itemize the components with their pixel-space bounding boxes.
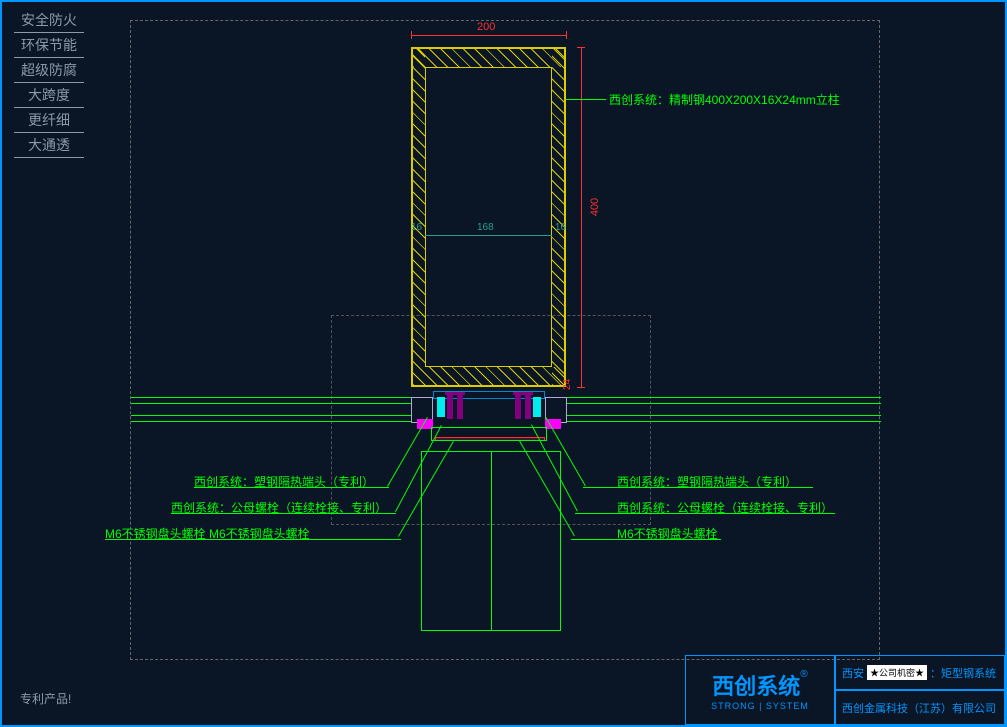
- tag-transparent: 大通透: [14, 133, 84, 158]
- leader-column: [566, 99, 606, 100]
- glazing-left-3: [131, 415, 411, 416]
- dim-tick-h: [577, 47, 585, 48]
- dim-inner: 168: [477, 222, 494, 233]
- tag-anticorrosion: 超级防腐: [14, 58, 84, 83]
- hatch-left: [413, 49, 425, 385]
- bolt-l1: [447, 395, 453, 419]
- cad-viewport: 安全防火 环保节能 超级防腐 大跨度 更纤细 大通透 16 168 16 200: [0, 0, 1007, 727]
- tag-slim: 更纤细: [14, 108, 84, 133]
- label-left-2: 西创系统：公母螺栓（连续栓接、专利）: [171, 499, 387, 516]
- glazing-left-1: [131, 397, 411, 398]
- hatch-bottom: [413, 367, 564, 385]
- label-column: 西创系统：精制钢400X200X16X24mm立柱: [609, 91, 840, 108]
- inner-dim-line: [425, 235, 552, 236]
- dim-tick: [411, 31, 412, 39]
- tag-fire: 安全防火: [14, 8, 84, 33]
- glazing-left-4: [131, 421, 411, 422]
- glazing-left-2: [131, 403, 411, 404]
- thermal-break-r: [533, 397, 541, 417]
- feature-tag-list: 安全防火 环保节能 超级防腐 大跨度 更纤细 大通透: [14, 8, 84, 158]
- registered-icon: ®: [800, 669, 807, 680]
- confidential-stamp: ★公司机密★: [867, 665, 927, 680]
- steel-column: 16 168 16: [411, 47, 566, 387]
- thermal-break-l: [437, 397, 445, 417]
- dim-height: 400: [589, 198, 601, 216]
- dim-bottom-wall: 24: [562, 379, 573, 390]
- label-right-1: 西创系统：塑钢隔热端头（专利）: [617, 473, 797, 490]
- company-name: 西创金属科技（江苏）有限公司: [835, 690, 1005, 725]
- label-left-1: 西创系统：塑钢隔热端头（专利）: [194, 473, 374, 490]
- patent-note: 专利产品!: [20, 690, 71, 707]
- label-right-3: M6不锈钢盘头螺栓: [617, 525, 718, 542]
- dim-tick-h: [577, 387, 585, 388]
- dim-width: 200: [477, 21, 495, 33]
- dim-line-width: [411, 35, 566, 36]
- bolt-r1: [525, 395, 531, 419]
- project-prefix: 西安: [842, 665, 864, 681]
- cover-divider: [491, 452, 492, 630]
- dim-tick: [566, 31, 567, 39]
- label-left-3: M6不锈钢盘头螺栓 M6不锈钢盘头螺栓: [105, 525, 310, 542]
- title-block: 西创系统 ® STRONG | SYSTEM 西安 ★公司机密★ ：矩型钢系统 …: [685, 655, 1005, 725]
- glazing-right-3: [567, 415, 881, 416]
- dim-wall-left: 16: [411, 222, 422, 233]
- column-inner: [425, 67, 552, 367]
- drawing-area: 16 168 16 200 400 24 西创系统：精制钢400X200X16X…: [130, 20, 880, 660]
- project-suffix: ：矩型钢系统: [930, 665, 996, 681]
- tag-span: 大跨度: [14, 83, 84, 108]
- logo-subtitle: STRONG | SYSTEM: [711, 701, 809, 711]
- dim-line-height: [581, 47, 582, 387]
- project-name: 西安 ★公司机密★ ：矩型钢系统: [835, 655, 1005, 690]
- glazing-right-1: [567, 397, 881, 398]
- glazing-right-4: [567, 421, 881, 422]
- dim-wall-right: 16: [555, 222, 566, 233]
- bolt-l2: [457, 395, 463, 419]
- logo-text: 西创系统: [712, 669, 800, 701]
- cap: [431, 427, 547, 441]
- hatch-top: [413, 49, 564, 67]
- bolt-r2: [515, 395, 521, 419]
- logo-cell: 西创系统 ® STRONG | SYSTEM: [685, 655, 835, 725]
- hatch-right: [552, 49, 564, 385]
- glazing-right-2: [567, 403, 881, 404]
- label-right-2: 西创系统：公母螺栓（连续栓接、专利）: [617, 499, 833, 516]
- tag-eco: 环保节能: [14, 33, 84, 58]
